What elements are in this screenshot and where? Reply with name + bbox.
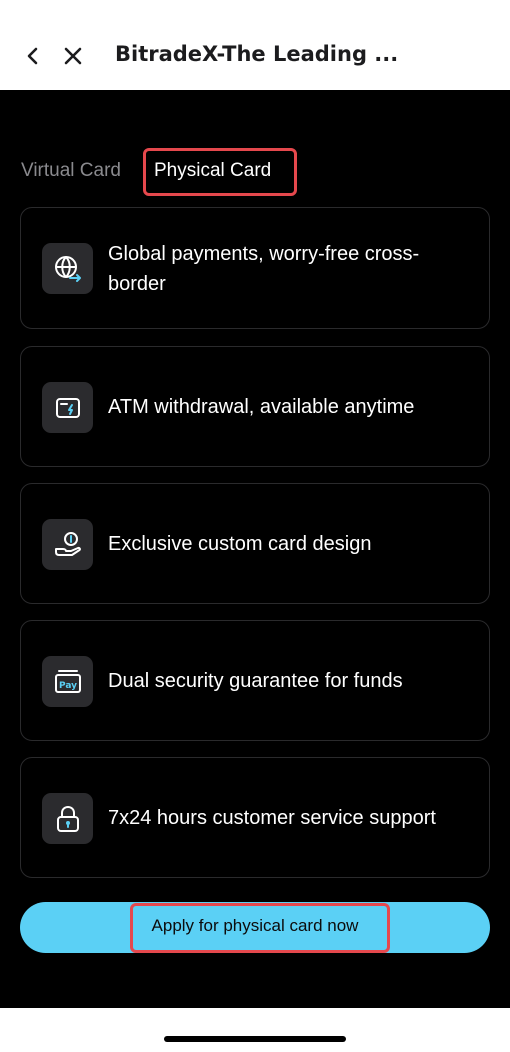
feature-icon-box: Pay	[42, 656, 93, 707]
tab-highlight-box	[143, 148, 297, 196]
top-bar: BitradeX-The Leading ...	[0, 0, 510, 90]
card-lightning-icon	[55, 397, 80, 418]
main-content: Virtual Card Physical Card Global paymen…	[0, 90, 510, 1008]
page-title: BitradeX-The Leading ...	[115, 42, 399, 66]
feature-icon-box	[42, 793, 93, 844]
feature-card-support: 7x24 hours customer service support	[20, 757, 490, 878]
feature-card-global-payments: Global payments, worry-free cross-border	[20, 207, 490, 329]
feature-text: ATM withdrawal, available anytime	[108, 396, 415, 418]
feature-text: Dual security guarantee for funds	[108, 670, 403, 692]
pay-card-icon: Pay	[54, 669, 81, 693]
feature-icon-box	[42, 243, 93, 294]
tab-virtual-card[interactable]: Virtual Card	[21, 160, 121, 182]
button-highlight-box	[130, 903, 390, 953]
feature-text: Exclusive custom card design	[108, 533, 372, 555]
feature-icon-box	[42, 519, 93, 570]
back-button[interactable]	[11, 34, 55, 78]
feature-icon-box	[42, 382, 93, 433]
close-icon	[64, 47, 82, 65]
close-button[interactable]	[51, 34, 95, 78]
feature-text: 7x24 hours customer service support	[108, 807, 436, 829]
globe-transfer-icon	[54, 255, 81, 282]
feature-card-atm: ATM withdrawal, available anytime	[20, 346, 490, 467]
chevron-left-icon	[27, 47, 38, 65]
feature-card-security: Pay Dual security guarantee for funds	[20, 620, 490, 741]
feature-text: Global payments, worry-free cross-border	[108, 243, 420, 295]
bottom-bar	[0, 1008, 510, 1052]
lock-icon	[56, 805, 79, 832]
hand-coin-icon	[54, 531, 81, 556]
home-indicator[interactable]	[164, 1036, 346, 1042]
feature-card-custom-design: Exclusive custom card design	[20, 483, 490, 604]
svg-text:Pay: Pay	[58, 681, 76, 691]
